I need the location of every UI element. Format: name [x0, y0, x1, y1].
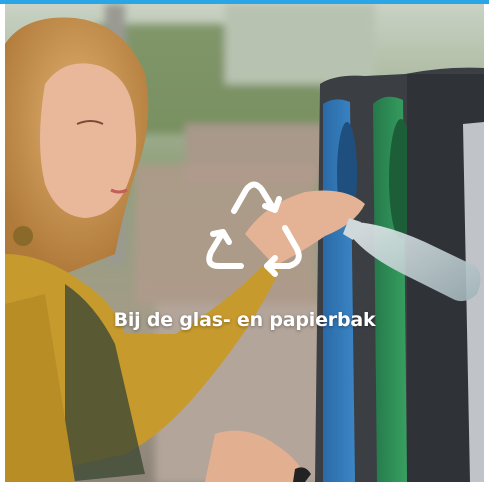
photo: Bij de glas- en papierbak [5, 4, 484, 482]
caption: Bij de glas- en papierbak [113, 309, 376, 331]
image-frame: Bij de glas- en papierbak [0, 0, 489, 482]
recycle-icon [206, 181, 302, 277]
